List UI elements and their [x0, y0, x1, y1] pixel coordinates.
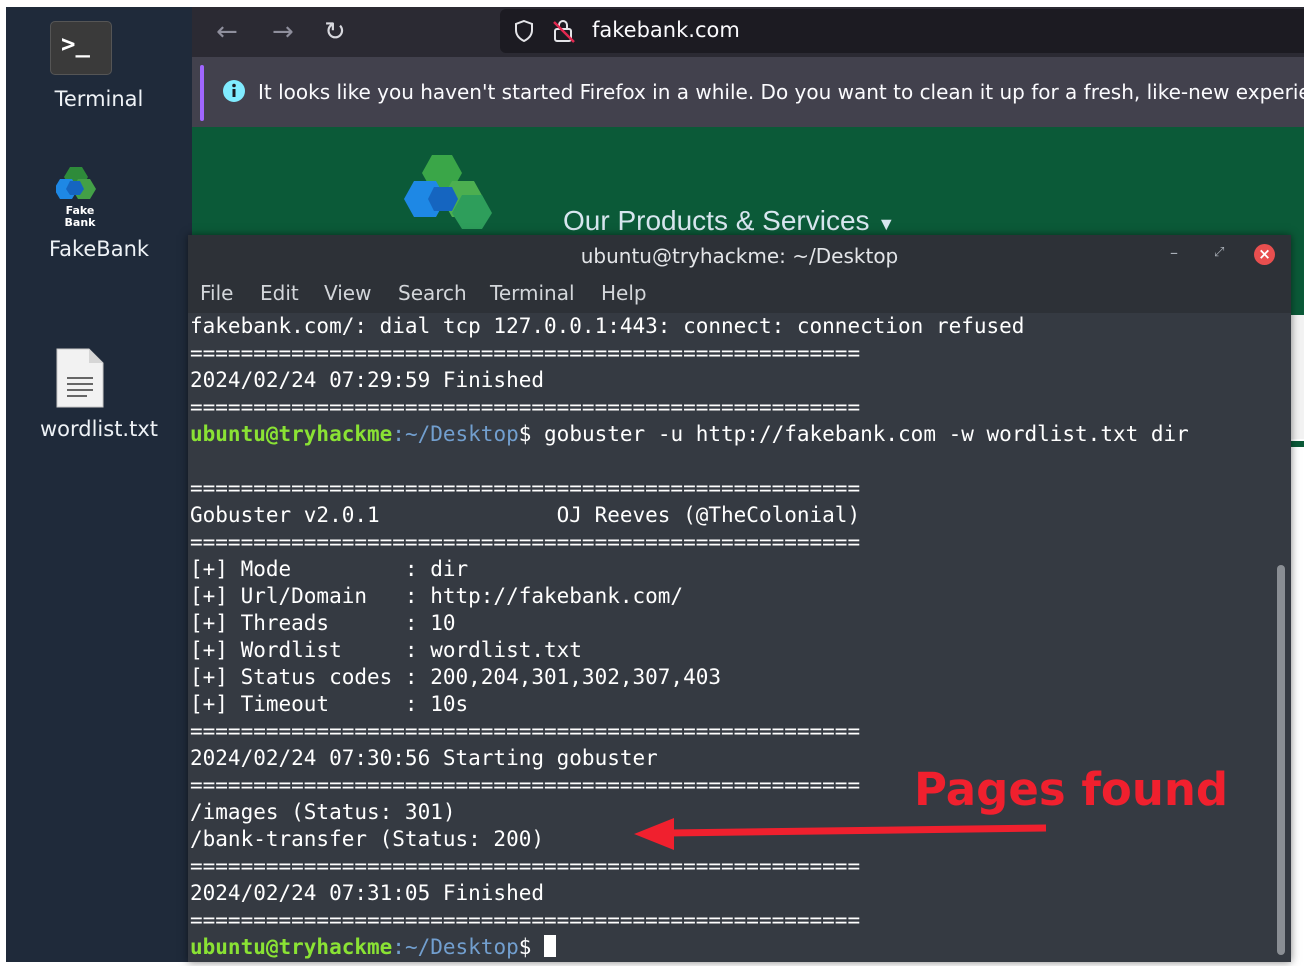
annotation-arrow: [634, 818, 1047, 850]
